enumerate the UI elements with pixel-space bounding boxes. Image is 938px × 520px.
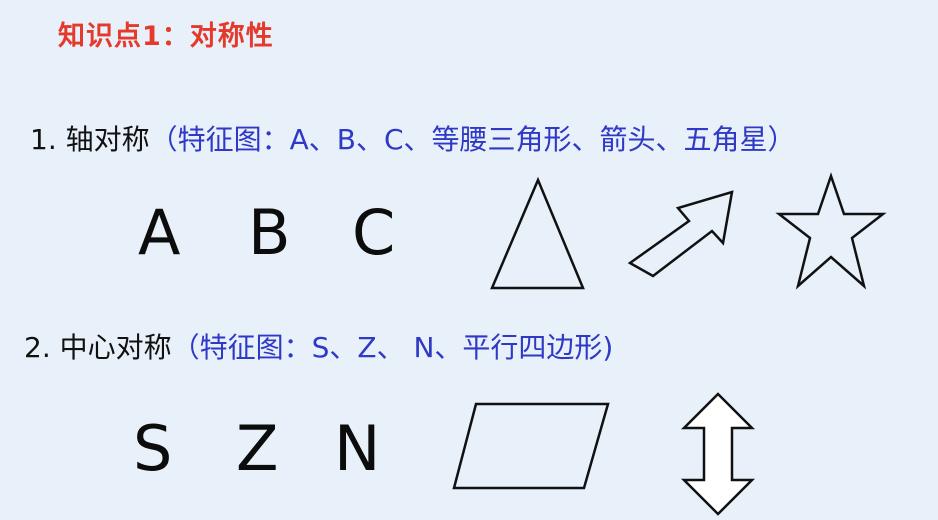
isosceles-triangle-icon bbox=[490, 176, 585, 290]
central-symmetry-label: 2. 中心对称 bbox=[24, 331, 172, 364]
letter-a: A bbox=[138, 196, 181, 269]
parallelogram-icon bbox=[452, 402, 610, 490]
axial-symmetry-label: 1. 轴对称 bbox=[30, 123, 150, 156]
axial-symmetry-heading: 1. 轴对称（特征图：A、B、C、等腰三角形、箭头、五角星） bbox=[30, 118, 796, 158]
letter-s: S bbox=[133, 412, 173, 485]
five-pointed-star-icon bbox=[775, 172, 887, 290]
arrow-icon bbox=[627, 190, 734, 278]
letter-n: N bbox=[334, 412, 381, 485]
central-symmetry-detail: （特征图：S、Z、 N、平行四边形) bbox=[171, 331, 614, 364]
double-headed-arrow-icon bbox=[680, 392, 756, 516]
axial-symmetry-detail: （特征图：A、B、C、等腰三角形、箭头、五角星） bbox=[149, 123, 796, 156]
slide: 知识点1：对称性 1. 轴对称（特征图：A、B、C、等腰三角形、箭头、五角星） … bbox=[0, 0, 938, 520]
letter-c: C bbox=[352, 196, 396, 269]
letter-z: Z bbox=[236, 412, 279, 485]
central-symmetry-heading: 2. 中心对称（特征图：S、Z、 N、平行四边形) bbox=[24, 326, 613, 366]
letter-b: B bbox=[248, 196, 291, 269]
page-title: 知识点1：对称性 bbox=[58, 21, 274, 52]
